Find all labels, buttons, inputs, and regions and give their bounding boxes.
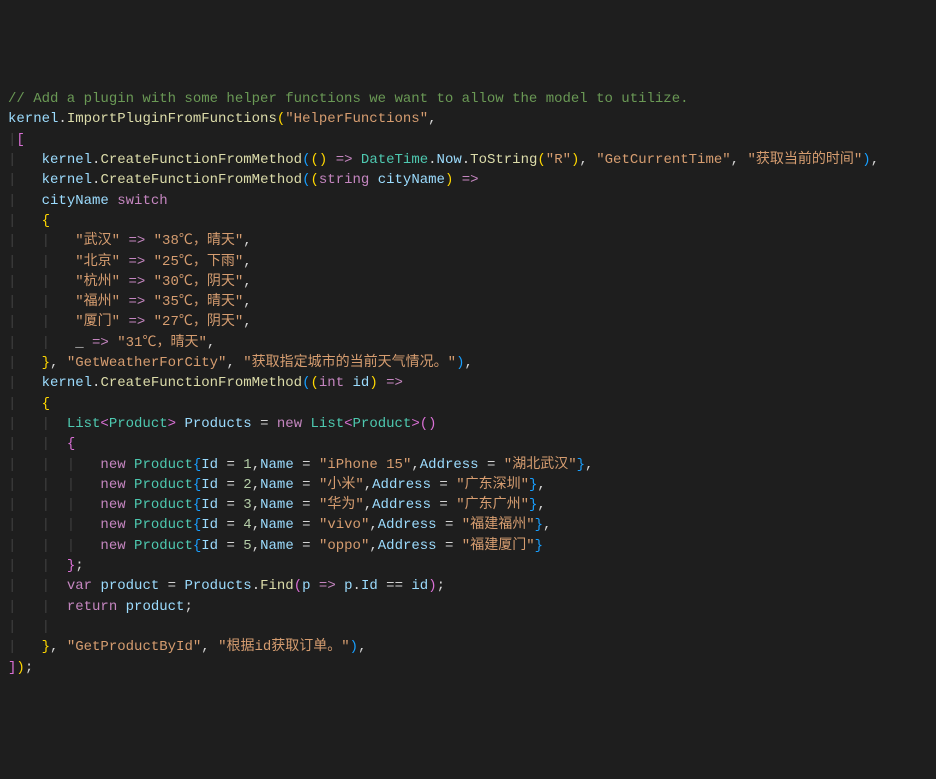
city-4: "福州" [75,294,120,310]
new-keyword: new [100,477,125,493]
product-var: product [100,578,159,594]
product-type: Product [134,477,193,493]
new-keyword: new [100,517,125,533]
id-param: id [411,578,428,594]
list-type: List [67,416,101,432]
cityname-var: cityName [42,193,109,209]
name-4: "vivo" [319,517,369,533]
name-3: "华为" [319,497,364,513]
default-weather: "31℃，晴天" [117,335,207,351]
weather-1: "38℃，晴天" [154,233,244,249]
weather-3: "30℃，阴天" [154,274,244,290]
int-type: int [319,375,344,391]
kernel-var: kernel [42,375,92,391]
id-prop: Id [201,457,218,473]
new-keyword: new [100,457,125,473]
weather-5: "27℃，阴天" [154,314,244,330]
var-keyword: var [67,578,92,594]
product-type: Product [134,538,193,554]
id-prop: Id [201,497,218,513]
get-product-desc: "根据id获取订单。" [218,639,350,655]
product-type: Product [109,416,168,432]
addr-2: "广东深圳" [456,477,529,493]
tostring-method: ToString [470,152,537,168]
id-5: 5 [243,538,251,554]
product-type: Product [134,517,193,533]
name-2: "小米" [319,477,364,493]
address-prop: Address [420,457,479,473]
kernel-var: kernel [42,172,92,188]
name-5: "oppo" [319,538,369,554]
r-format: "R" [546,152,571,168]
id-prop: Id [201,517,218,533]
code-editor[interactable]: // Add a plugin with some helper functio… [8,89,928,678]
new-keyword: new [100,497,125,513]
p-param: p [344,578,352,594]
id-2: 2 [243,477,251,493]
get-current-time: "GetCurrentTime" [596,152,730,168]
kernel-var: kernel [42,152,92,168]
products-var: Products [184,416,251,432]
get-weather-for-city: "GetWeatherForCity" [67,355,227,371]
weather-2: "25℃，下雨" [154,254,244,270]
create-method: CreateFunctionFromMethod [100,375,302,391]
datetime-type: DateTime [361,152,428,168]
id-3: 3 [243,497,251,513]
product-type: Product [353,416,412,432]
id-1: 1 [243,457,251,473]
comment-line: // Add a plugin with some helper functio… [8,91,689,107]
city-2: "北京" [75,254,120,270]
return-keyword: return [67,599,117,615]
get-weather-desc: "获取指定城市的当前天气情况。" [243,355,456,371]
now-prop: Now [437,152,462,168]
p-param: p [302,578,310,594]
addr-3: "广东广州" [456,497,529,513]
kernel-var: kernel [8,111,58,127]
products-var: Products [184,578,251,594]
city-3: "杭州" [75,274,120,290]
name-prop: Name [260,497,294,513]
create-method: CreateFunctionFromMethod [100,172,302,188]
city-5: "厦门" [75,314,120,330]
addr-4: "福建福州" [462,517,535,533]
switch-keyword: switch [117,193,167,209]
list-type: List [311,416,345,432]
product-type: Product [134,457,193,473]
new-keyword: new [100,538,125,554]
id-prop: Id [201,538,218,554]
id-prop: Id [361,578,378,594]
product-type: Product [134,497,193,513]
addr-5: "福建厦门" [462,538,535,554]
get-current-time-desc: "获取当前的时间" [747,152,862,168]
name-prop: Name [260,477,294,493]
cityname-param: cityName [378,172,445,188]
id-prop: Id [201,477,218,493]
name-1: "iPhone 15" [319,457,411,473]
addr-1: "湖北武汉" [504,457,577,473]
address-prop: Address [372,477,431,493]
address-prop: Address [378,517,437,533]
name-prop: Name [260,538,294,554]
product-var: product [126,599,185,615]
string-type: string [319,172,369,188]
address-prop: Address [372,497,431,513]
name-prop: Name [260,517,294,533]
id-4: 4 [243,517,251,533]
create-method: CreateFunctionFromMethod [100,152,302,168]
import-method: ImportPluginFromFunctions [67,111,277,127]
find-method: Find [260,578,294,594]
get-product-by-id: "GetProductById" [67,639,201,655]
helper-functions-str: "HelperFunctions" [285,111,428,127]
name-prop: Name [260,457,294,473]
id-param: id [353,375,370,391]
city-1: "武汉" [75,233,120,249]
weather-4: "35℃，晴天" [154,294,244,310]
new-keyword: new [277,416,302,432]
address-prop: Address [378,538,437,554]
